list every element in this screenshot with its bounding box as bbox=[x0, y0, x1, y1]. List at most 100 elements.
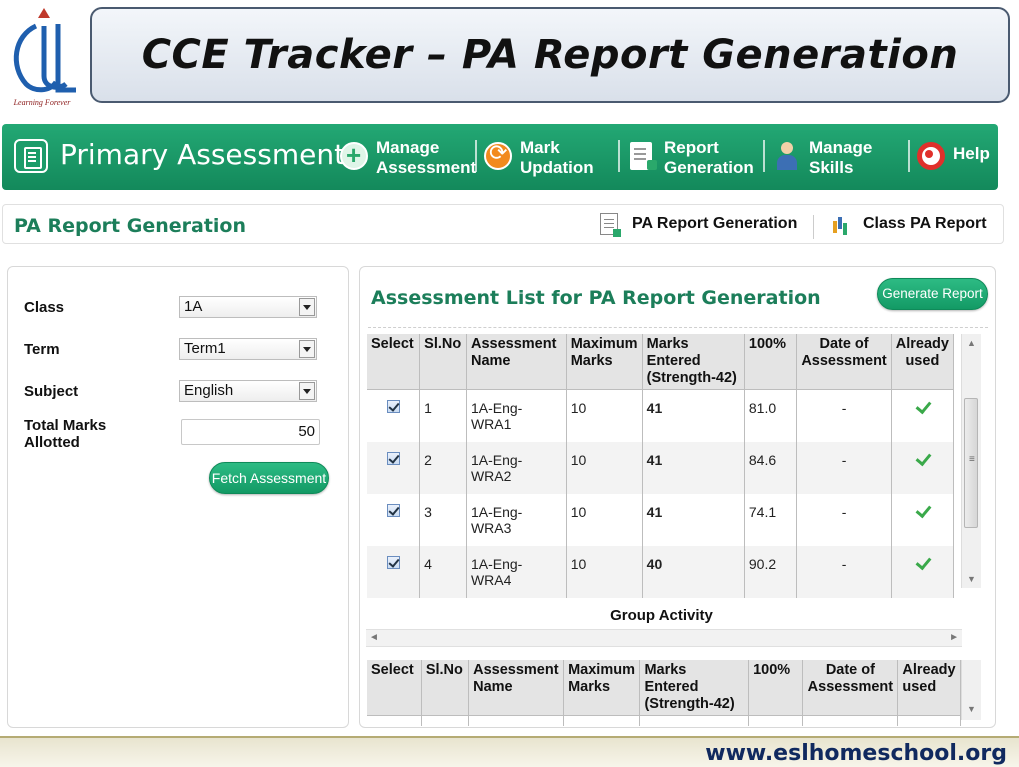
link-label: PA Report Generation bbox=[632, 215, 798, 232]
nav-report-generation[interactable]: Report Generation bbox=[630, 138, 754, 180]
slide-title: CCE Tracker – PA Report Generation bbox=[141, 32, 959, 78]
class-select[interactable]: 1A bbox=[179, 296, 317, 318]
group-table-vertical-scrollbar[interactable]: ▼ bbox=[961, 660, 981, 720]
link-separator bbox=[813, 215, 814, 239]
slide-footer: www.eslhomeschool.org bbox=[0, 736, 1019, 767]
scroll-left-icon[interactable]: ◄ bbox=[369, 632, 379, 643]
select-checkbox[interactable] bbox=[386, 400, 400, 413]
table-row[interactable]: 4 1A-Eng-WRA4 10 40 90.2 - bbox=[367, 545, 955, 598]
checkmark-icon bbox=[914, 452, 930, 466]
col-header-marks-entered[interactable]: Marks Entered (Strength-42) bbox=[642, 334, 745, 390]
app-title: Primary Assessment bbox=[60, 138, 346, 171]
nav-label-line1: Report bbox=[664, 138, 719, 157]
subject-label: Subject bbox=[24, 383, 79, 400]
scroll-down-icon[interactable]: ▼ bbox=[967, 574, 976, 584]
link-pa-report-generation[interactable]: PA Report Generation bbox=[600, 213, 798, 237]
nav-label-line1: Manage bbox=[376, 138, 440, 157]
nav-label-line2: Generation bbox=[664, 158, 754, 177]
cell-max-marks: 10 bbox=[566, 545, 643, 598]
nav-label-line2: Assessment bbox=[376, 158, 477, 177]
scrollbar-thumb[interactable]: ≡ bbox=[964, 398, 978, 528]
col-header-date[interactable]: Date of Assessment bbox=[796, 334, 892, 390]
nav-separator bbox=[475, 140, 477, 172]
add-icon bbox=[340, 140, 368, 171]
assessment-table: Select Sl.No Assessment Name Maximum Marks… bbox=[367, 334, 955, 598]
chevron-down-icon[interactable] bbox=[299, 340, 315, 358]
chevron-down-icon[interactable] bbox=[299, 298, 315, 316]
refresh-icon bbox=[484, 141, 512, 170]
assessment-panel: Assessment List for PA Report Generation… bbox=[359, 266, 996, 728]
cell-percent: 81.0 bbox=[744, 389, 798, 442]
subject-value: English bbox=[184, 382, 234, 399]
nav-label-line1: Manage bbox=[809, 138, 873, 157]
filter-panel: Class 1A Term Term1 Subject English Tota… bbox=[7, 266, 349, 728]
col-header-select[interactable]: Select bbox=[367, 660, 422, 716]
col-header-marks-entered[interactable]: Marks Entered (Strength-42) bbox=[639, 660, 750, 716]
esl-logo bbox=[13, 8, 76, 93]
nav-label-line2: Skills bbox=[809, 158, 854, 177]
col-header-already-used[interactable]: Already used bbox=[897, 660, 961, 716]
col-header-maximum-marks[interactable]: Maximum Marks bbox=[563, 660, 641, 716]
nav-label: Help bbox=[953, 144, 990, 163]
nav-help[interactable]: Help bbox=[917, 138, 990, 180]
nav-label-line1: Mark bbox=[520, 138, 560, 157]
cell-slno: 2 bbox=[419, 441, 467, 494]
checkmark-icon bbox=[914, 504, 930, 518]
table-row[interactable]: 1 1A-Eng-WRA1 10 41 81.0 - bbox=[367, 389, 955, 442]
nav-label-line2: Updation bbox=[520, 158, 594, 177]
col-header-slno[interactable]: Sl.No bbox=[421, 660, 470, 716]
term-value: Term1 bbox=[184, 340, 226, 357]
cell-date: - bbox=[796, 389, 892, 442]
document-icon bbox=[600, 213, 621, 237]
cell-marks-entered: 40 bbox=[642, 545, 745, 598]
col-header-percent[interactable]: 100% bbox=[744, 334, 798, 390]
col-header-assessment-name[interactable]: Assessment Name bbox=[466, 334, 567, 390]
col-header-date[interactable]: Date of Assessment bbox=[802, 660, 899, 716]
generate-report-button[interactable]: Generate Report bbox=[877, 278, 988, 310]
subject-select[interactable]: English bbox=[179, 380, 317, 402]
nav-manage-assessment[interactable]: ManageAssessment bbox=[340, 138, 476, 180]
total-marks-label: Total Marks Allotted bbox=[24, 417, 106, 451]
nav-mark-updation[interactable]: MarkUpdation bbox=[484, 138, 594, 180]
cell-assessment-name: 1A-Eng-WRA3 bbox=[466, 493, 567, 546]
nav-separator bbox=[908, 140, 910, 172]
divider bbox=[368, 327, 988, 328]
page-title: PA Report Generation bbox=[14, 215, 246, 237]
total-marks-label-line2: Allotted bbox=[24, 434, 80, 451]
scroll-down-icon[interactable]: ▼ bbox=[967, 704, 976, 714]
fetch-assessment-button[interactable]: Fetch Assessment bbox=[209, 462, 329, 494]
cell-slno: 4 bbox=[419, 545, 467, 598]
grip-icon: ≡ bbox=[969, 454, 975, 465]
link-class-pa-report[interactable]: Class PA Report bbox=[831, 213, 987, 235]
total-marks-label-line1: Total Marks bbox=[24, 417, 107, 434]
horizontal-scrollbar[interactable]: ◄ ► bbox=[366, 629, 962, 647]
term-select[interactable]: Term1 bbox=[179, 338, 317, 360]
col-header-maximum-marks[interactable]: Maximum Marks bbox=[566, 334, 643, 390]
select-checkbox[interactable] bbox=[386, 451, 400, 465]
table-vertical-scrollbar[interactable]: ▲ ≡ ▼ bbox=[961, 334, 981, 588]
col-header-select[interactable]: Select bbox=[367, 334, 421, 390]
cell-date: - bbox=[796, 493, 892, 546]
table-row[interactable]: 2 1A-Eng-WRA2 10 41 84.6 - bbox=[367, 441, 955, 494]
cell-percent: 90.2 bbox=[744, 545, 798, 598]
nav-manage-skills[interactable]: Manage Skills bbox=[773, 138, 872, 180]
cell-marks-entered: 41 bbox=[642, 493, 745, 546]
col-header-assessment-name[interactable]: Assessment Name bbox=[468, 660, 565, 716]
scroll-up-icon[interactable]: ▲ bbox=[967, 338, 976, 348]
scroll-right-icon[interactable]: ► bbox=[949, 632, 959, 643]
assessment-list-title: Assessment List for PA Report Generation bbox=[371, 287, 821, 309]
term-label: Term bbox=[24, 341, 60, 358]
group-activity-table: Select Sl.No Assessment Name Maximum Marks… bbox=[367, 660, 961, 726]
total-marks-input[interactable]: 50 bbox=[181, 419, 320, 445]
table-row[interactable]: 3 1A-Eng-WRA3 10 41 74.1 - bbox=[367, 493, 955, 546]
select-checkbox[interactable] bbox=[386, 555, 400, 569]
page-subheader: PA Report Generation PA Report Generatio… bbox=[2, 204, 1004, 244]
select-checkbox[interactable] bbox=[386, 503, 400, 517]
cell-date: - bbox=[796, 441, 892, 494]
chevron-down-icon[interactable] bbox=[299, 382, 315, 400]
cell-max-marks: 10 bbox=[566, 441, 643, 494]
col-header-already-used[interactable]: Already used bbox=[891, 334, 955, 390]
app-nav-bar: Primary Assessment ManageAssessment Mark… bbox=[2, 124, 998, 190]
col-header-percent[interactable]: 100% bbox=[748, 660, 804, 716]
col-header-slno[interactable]: Sl.No bbox=[419, 334, 467, 390]
